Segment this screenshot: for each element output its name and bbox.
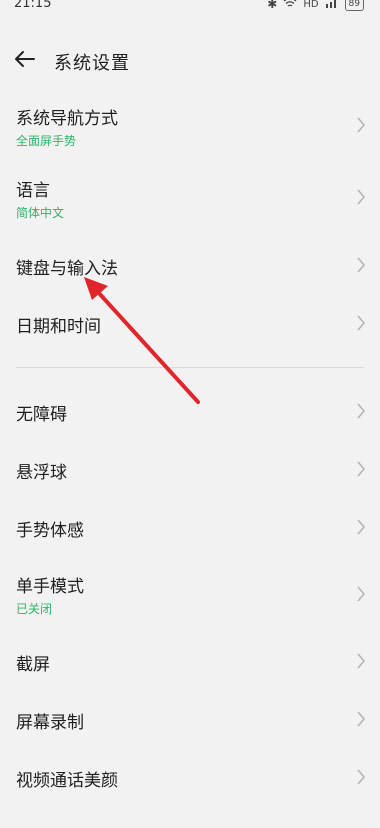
settings-item-label: 系统导航方式 bbox=[16, 109, 118, 129]
page-title: 系统设置 bbox=[54, 53, 130, 74]
settings-item-screenshot[interactable]: 截屏 bbox=[0, 634, 380, 688]
bluetooth-icon: ✱ bbox=[267, 0, 278, 11]
chevron-right-icon bbox=[357, 769, 366, 785]
chevron-right-icon bbox=[357, 519, 366, 535]
chevron-right-icon bbox=[357, 403, 366, 419]
settings-item-label: 手势体感 bbox=[16, 521, 84, 541]
arrow-left-icon bbox=[15, 51, 35, 67]
signal-icon bbox=[325, 0, 339, 11]
settings-item-label: 屏幕录制 bbox=[16, 713, 84, 733]
status-bar: 21:15 ✱ HD 89 bbox=[0, 0, 380, 14]
chevron-right-icon bbox=[357, 586, 366, 602]
settings-item-sub: 已关闭 bbox=[16, 602, 53, 616]
settings-item-label: 语言 bbox=[16, 181, 50, 201]
settings-item-floating-ball[interactable]: 悬浮球 bbox=[0, 442, 380, 496]
chevron-right-icon bbox=[357, 315, 366, 331]
chevron-right-icon bbox=[357, 711, 366, 727]
settings-item-screen-recording[interactable]: 屏幕录制 bbox=[0, 692, 380, 746]
settings-item-sub: 全面屏手势 bbox=[16, 134, 77, 148]
section-divider bbox=[16, 367, 364, 368]
settings-item-label: 键盘与输入法 bbox=[16, 259, 118, 279]
settings-item-label: 视频通话美颜 bbox=[16, 771, 118, 791]
status-time: 21:15 bbox=[14, 0, 52, 11]
settings-item-navigation[interactable]: 系统导航方式 全面屏手势 bbox=[0, 92, 380, 156]
settings-item-gestures[interactable]: 手势体感 bbox=[0, 500, 380, 554]
status-icons: ✱ HD 89 bbox=[267, 0, 364, 11]
settings-item-sub: 简体中文 bbox=[16, 206, 65, 220]
settings-item-video-beauty[interactable]: 视频通话美颜 bbox=[0, 750, 380, 804]
chevron-right-icon bbox=[357, 189, 366, 205]
chevron-right-icon bbox=[357, 461, 366, 477]
battery-icon: 89 bbox=[344, 0, 364, 11]
chevron-right-icon bbox=[357, 117, 366, 133]
settings-item-label: 悬浮球 bbox=[16, 463, 67, 483]
wifi-icon bbox=[283, 0, 297, 11]
settings-item-date-time[interactable]: 日期和时间 bbox=[0, 296, 380, 350]
chevron-right-icon bbox=[357, 653, 366, 669]
settings-item-keyboard-input[interactable]: 键盘与输入法 bbox=[0, 238, 380, 292]
settings-item-language[interactable]: 语言 简体中文 bbox=[0, 164, 380, 228]
settings-item-label: 无障碍 bbox=[16, 405, 67, 425]
hd-icon: HD bbox=[303, 0, 319, 10]
header: 系统设置 bbox=[0, 38, 380, 82]
settings-item-one-hand-mode[interactable]: 单手模式 已关闭 bbox=[0, 558, 380, 622]
settings-item-label: 截屏 bbox=[16, 655, 50, 675]
settings-item-label: 日期和时间 bbox=[16, 317, 101, 337]
chevron-right-icon bbox=[357, 257, 366, 273]
settings-item-accessibility[interactable]: 无障碍 bbox=[0, 384, 380, 438]
settings-item-label: 单手模式 bbox=[16, 577, 84, 597]
back-button[interactable] bbox=[10, 44, 40, 74]
